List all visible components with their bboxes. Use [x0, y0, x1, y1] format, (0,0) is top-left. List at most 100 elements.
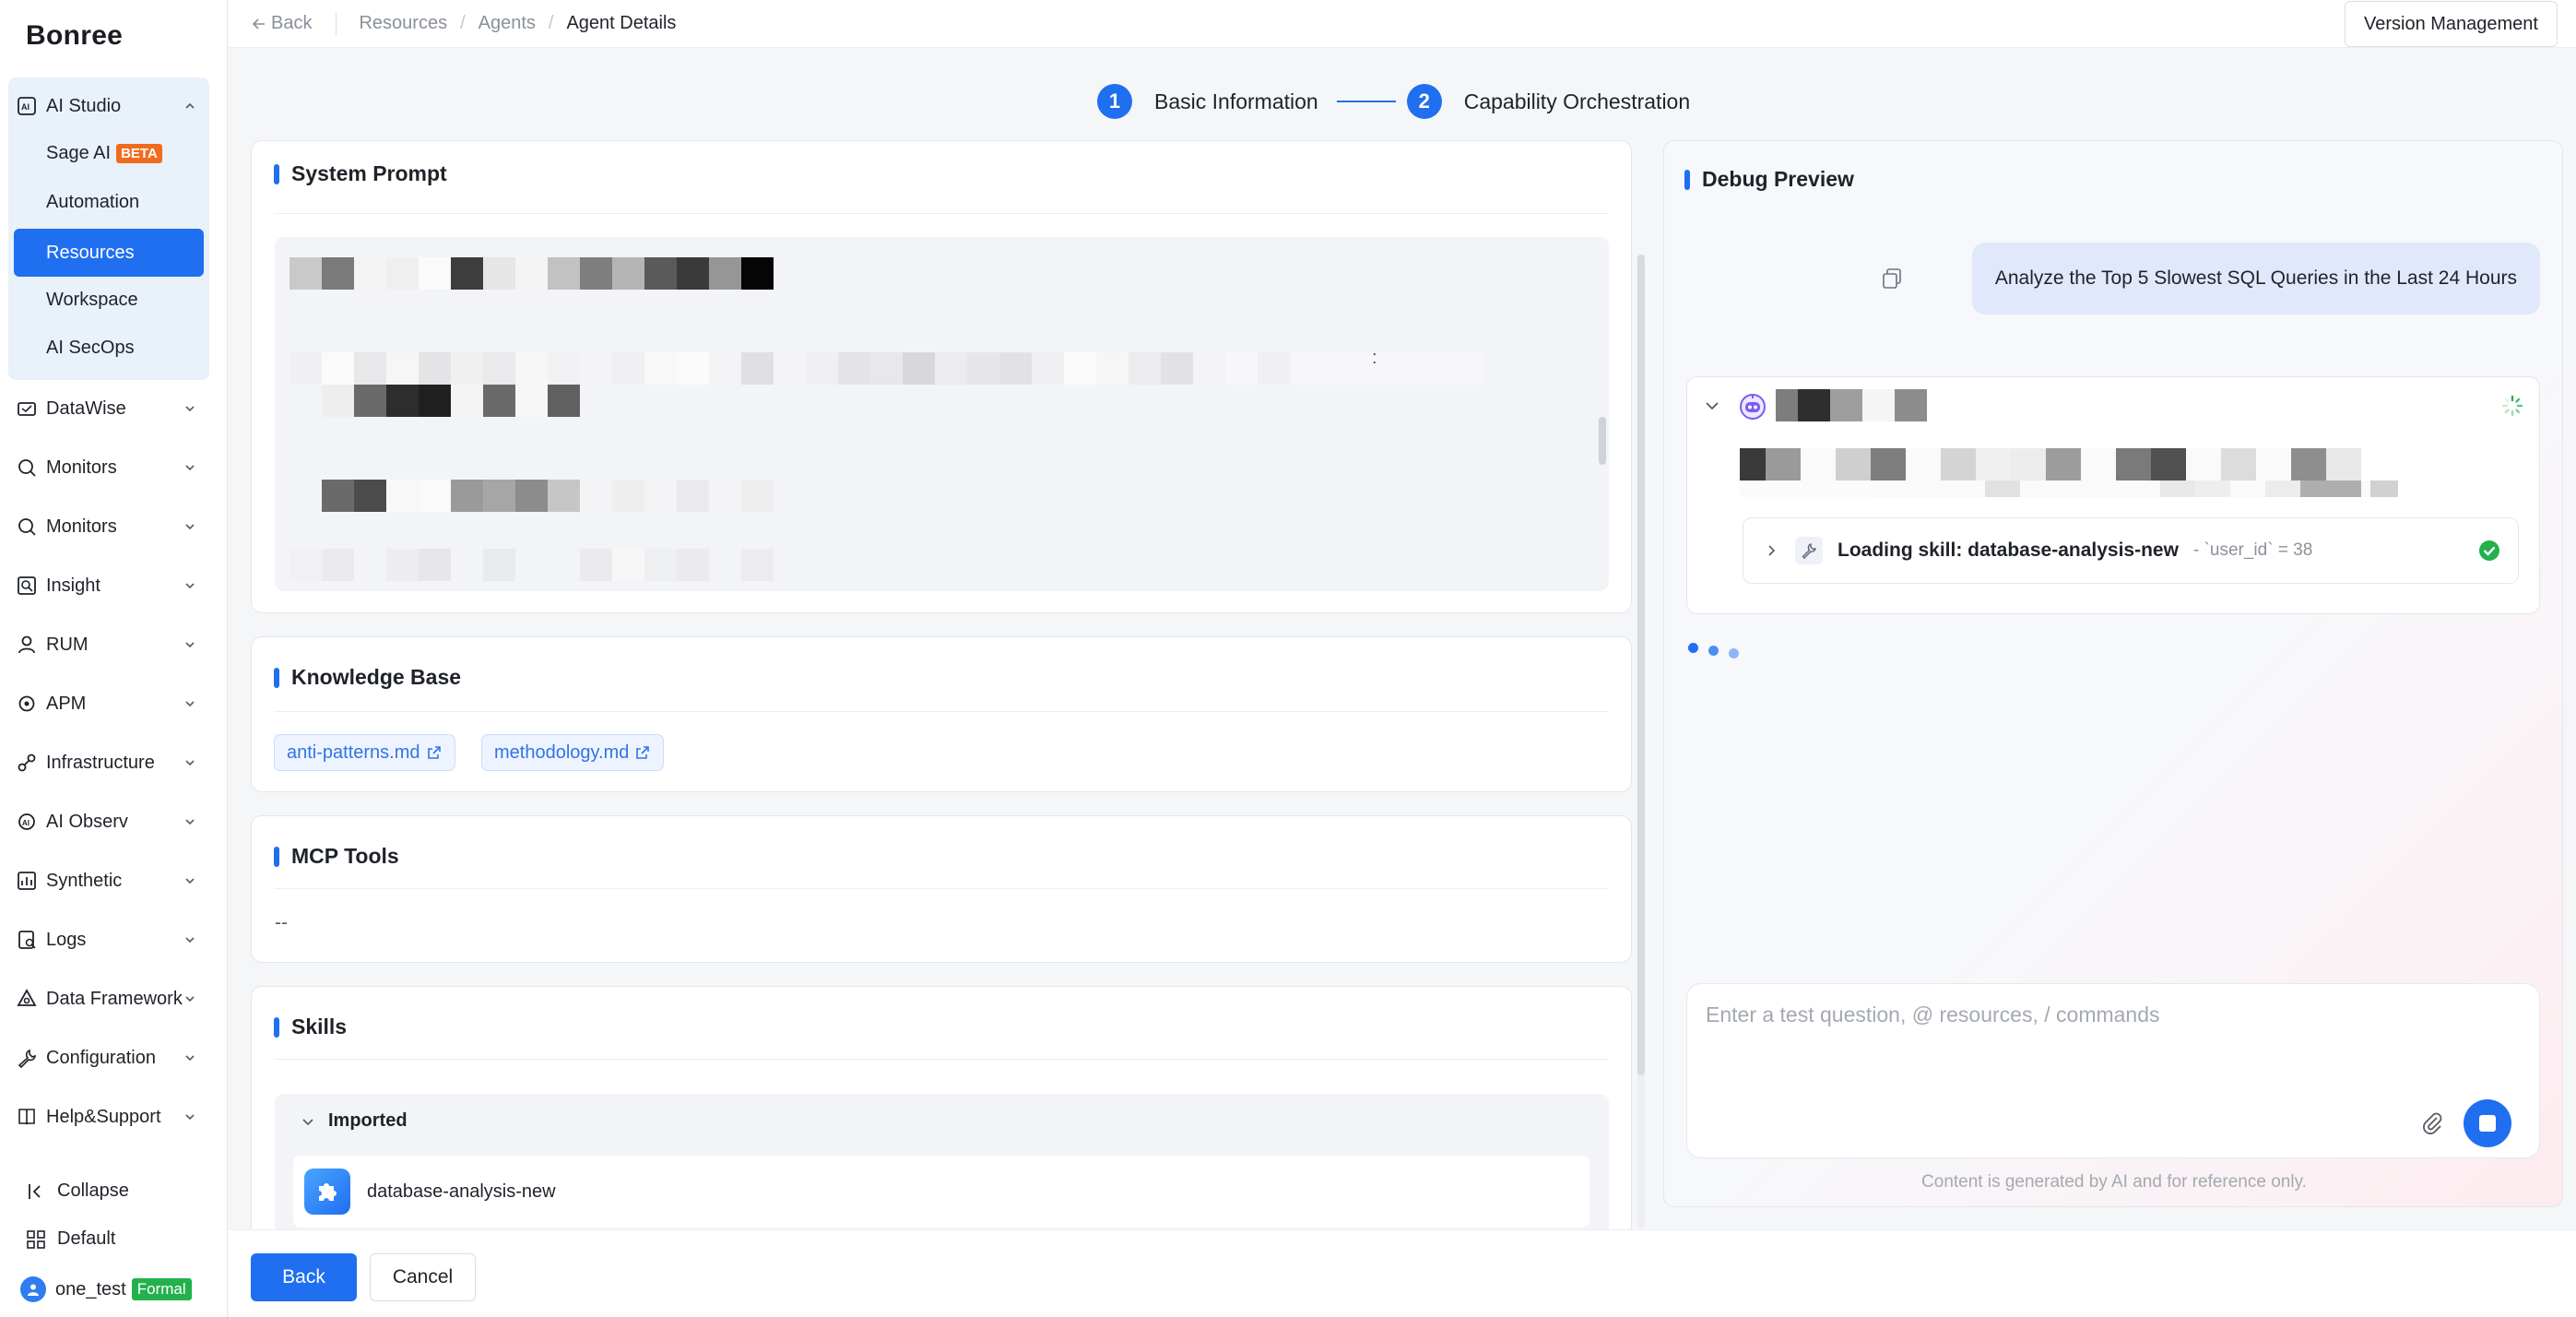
- sidebar-subitem-label: Resources: [46, 242, 135, 263]
- chevron-right-icon: [1768, 545, 1776, 556]
- sidebar-item-insight[interactable]: Insight: [0, 556, 228, 615]
- collapse-button[interactable]: Collapse: [26, 1181, 129, 1202]
- cancel-button[interactable]: Cancel: [370, 1253, 476, 1301]
- content-scrollbar-thumb[interactable]: [1637, 255, 1645, 1075]
- sidebar-subitem-label: Sage AI: [46, 143, 112, 163]
- breadcrumb-current: Agent Details: [566, 13, 677, 33]
- sidebar-subitem-automation[interactable]: Automation: [46, 192, 139, 213]
- redacted-text: [290, 352, 1483, 385]
- sidebar-subitem-ai-secops[interactable]: AI SecOps: [46, 338, 135, 359]
- typing-dot: [1729, 648, 1739, 658]
- ai-observ-icon: AI: [17, 812, 37, 832]
- sidebar-subitem-label: AI SecOps: [46, 338, 135, 358]
- breadcrumb-agents[interactable]: Agents: [479, 13, 536, 34]
- system-prompt-title: System Prompt: [274, 161, 447, 186]
- sidebar-item-label: Monitors: [46, 516, 117, 537]
- sidebar-item-monitors[interactable]: Monitors: [0, 438, 228, 497]
- external-link-icon: [427, 746, 441, 759]
- logs-icon: [17, 930, 37, 950]
- sidebar-item-ai-studio[interactable]: AI AI Studio: [0, 77, 228, 136]
- kb-file-name: methodology.md: [494, 742, 630, 763]
- skill-item[interactable]: database-analysis-new: [293, 1156, 1589, 1228]
- chevron-down-icon: [185, 701, 195, 707]
- sidebar-item-logs[interactable]: Logs: [0, 910, 228, 969]
- version-management-button[interactable]: Version Management: [2344, 1, 2558, 47]
- kb-file-link[interactable]: methodology.md: [481, 734, 665, 771]
- content-scrollbar[interactable]: [1637, 255, 1645, 1228]
- sidebar-item-configuration[interactable]: Configuration: [0, 1028, 228, 1087]
- sidebar-subitem-sage-ai[interactable]: Sage AI BETA: [46, 143, 162, 164]
- chat-input[interactable]: [1704, 1001, 2515, 1084]
- redacted-text: [1740, 481, 2398, 497]
- sidebar-item-ai-observ[interactable]: AI AI Observ: [0, 792, 228, 851]
- skills-panel: Skills Imported database-analysis-new: [251, 986, 1632, 1244]
- chevron-down-icon: [185, 583, 195, 589]
- apm-icon: [17, 694, 37, 714]
- user-message-bubble: Analyze the Top 5 Slowest SQL Queries in…: [1971, 243, 2540, 314]
- sidebar-subitem-label: Automation: [46, 192, 140, 212]
- sidebar-subitem-resources[interactable]: Resources: [14, 229, 204, 277]
- workspace-label: Default: [57, 1228, 116, 1249]
- step-2-number[interactable]: 2: [1406, 84, 1442, 119]
- stop-generation-button[interactable]: [2464, 1099, 2511, 1147]
- sidebar-item-label: APM: [46, 693, 87, 714]
- footer-bar: Back Cancel: [229, 1229, 2576, 1317]
- breadcrumb-resources[interactable]: Resources: [359, 13, 447, 34]
- skills-title: Skills: [274, 1014, 347, 1039]
- step-2-label[interactable]: Capability Orchestration: [1464, 89, 1690, 114]
- infrastructure-icon: [17, 753, 37, 773]
- external-link-icon: [636, 746, 650, 759]
- typing-indicator: [1688, 643, 1739, 661]
- copy-icon[interactable]: [1880, 267, 1904, 291]
- sidebar-item-data-framework[interactable]: Data Framework: [0, 969, 228, 1028]
- step-1-label[interactable]: Basic Information: [1154, 89, 1318, 114]
- mcp-tools-empty-value: --: [275, 912, 288, 933]
- breadcrumb-separator: /: [460, 13, 466, 33]
- kb-file-link[interactable]: anti-patterns.md: [274, 734, 455, 771]
- typing-dot: [1708, 646, 1719, 656]
- collapse-icon: [29, 1183, 41, 1199]
- chat-input-box: [1686, 983, 2540, 1158]
- chevron-down-icon: [185, 937, 195, 943]
- editor-scrollbar[interactable]: [1599, 417, 1606, 465]
- ai-disclaimer: Content is generated by AI and for refer…: [1921, 1172, 2307, 1192]
- svg-text:AI: AI: [21, 102, 30, 112]
- skill-loading-row[interactable]: Loading skill: database-analysis-new - `…: [1743, 517, 2519, 584]
- sidebar-item-label: Monitors: [46, 457, 117, 478]
- chevron-down-icon: [302, 1118, 313, 1125]
- sidebar-subitem-workspace[interactable]: Workspace: [46, 290, 138, 311]
- sidebar-item-label: AI Studio: [46, 95, 122, 116]
- avatar: [20, 1276, 46, 1302]
- sidebar-item-rum[interactable]: RUM: [0, 615, 228, 674]
- sidebar-item-label: DataWise: [46, 397, 126, 419]
- sidebar-item-label: Synthetic: [46, 870, 123, 891]
- sidebar-item-synthetic[interactable]: Synthetic: [0, 851, 228, 910]
- chevron-down-icon: [185, 1055, 195, 1062]
- redacted-text: [1776, 389, 1927, 421]
- system-prompt-editor[interactable]: :: [275, 237, 1609, 591]
- sidebar-item-monitors-2[interactable]: Monitors: [0, 497, 228, 556]
- divider: [274, 1059, 1609, 1060]
- knowledge-base-title: Knowledge Base: [274, 665, 461, 690]
- user-menu[interactable]: one_test Formal: [20, 1276, 192, 1302]
- sidebar-item-datawise[interactable]: DataWise: [0, 379, 228, 438]
- top-back-link[interactable]: Back: [252, 13, 312, 34]
- divider: [336, 11, 337, 36]
- sidebar-item-apm[interactable]: APM: [0, 674, 228, 733]
- skills-group-label: Imported: [328, 1110, 408, 1131]
- step-1-number[interactable]: 1: [1097, 84, 1132, 119]
- attachment-icon[interactable]: [2419, 1109, 2445, 1135]
- chevron-down-icon[interactable]: [1704, 397, 1720, 414]
- skills-group-header[interactable]: Imported: [301, 1110, 408, 1132]
- back-button[interactable]: Back: [251, 1253, 357, 1301]
- stepper: 1 Basic Information 2 Capability Orchest…: [1097, 83, 1690, 120]
- chevron-down-icon: [185, 819, 195, 825]
- sidebar-item-label: Data Framework: [46, 988, 183, 1009]
- sidebar: Bonree AI AI Studio Sage AI BETA Automat…: [0, 0, 228, 1317]
- loading-spinner-icon: [2501, 395, 2523, 417]
- typing-dot: [1688, 643, 1698, 653]
- sidebar-item-help-support[interactable]: Help&Support: [0, 1087, 228, 1146]
- app-logo: Bonree: [26, 20, 124, 51]
- sidebar-item-infrastructure[interactable]: Infrastructure: [0, 733, 228, 792]
- workspace-switcher[interactable]: Default: [26, 1228, 115, 1250]
